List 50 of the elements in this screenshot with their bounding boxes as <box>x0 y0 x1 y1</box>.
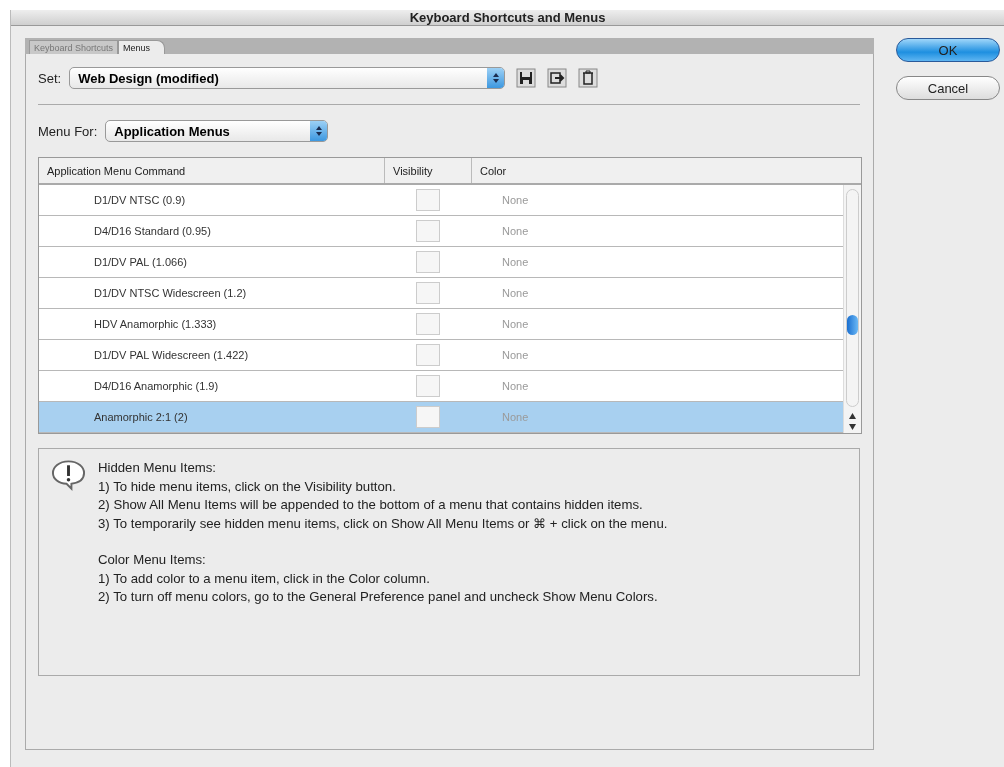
visibility-toggle[interactable] <box>416 189 440 211</box>
table-row[interactable]: HDV Anamorphic (1.333) None <box>39 309 843 340</box>
table-row[interactable]: Anamorphic 2:1 (2) None <box>39 402 843 433</box>
column-header[interactable]: Application Menu Command <box>39 158 384 183</box>
dropdown-arrows-icon <box>491 72 500 84</box>
command-cell: D1/DV PAL (1.066) <box>94 256 187 268</box>
visibility-toggle[interactable] <box>416 406 440 428</box>
export-icon[interactable] <box>547 68 568 88</box>
column-header[interactable]: Color <box>472 158 861 183</box>
command-cell: D1/DV PAL Widescreen (1.422) <box>94 349 249 361</box>
save-icon[interactable] <box>516 68 537 88</box>
menu-for-label: Menu For: <box>38 123 98 139</box>
table-row[interactable]: D1/DV NTSC (0.9) None <box>39 185 843 216</box>
command-cell: D4/D16 Standard (0.95) <box>94 225 211 237</box>
table-row[interactable]: D1/DV NTSC Widescreen (1.2) None <box>39 278 843 309</box>
ok-button[interactable]: OK <box>896 38 1000 62</box>
command-cell: Anamorphic 2:1 (2) <box>94 411 188 423</box>
info-text: 2) Show All Menu Items will be appended to the bottom of a menu that contains hidden items. <box>98 496 644 514</box>
info-text: 3) To temporarily see hidden menu items, click on Show All Menu Items or ⌘ + click on the menu. <box>98 514 668 533</box>
info-heading: Hidden Menu Items: <box>98 459 217 477</box>
command-cell: D1/DV NTSC Widescreen (1.2) <box>94 287 247 299</box>
visibility-toggle[interactable] <box>416 313 440 335</box>
info-text: 1) To hide menu items, click on the Visibility button. <box>98 477 397 496</box>
tab[interactable]: Menus <box>118 40 166 54</box>
scroll-down-icon[interactable] <box>849 424 856 430</box>
menu-for-dropdown[interactable]: Application Menus <box>105 120 329 142</box>
scroll-thumb[interactable] <box>847 315 858 335</box>
info-text: 2) To turn off menu colors, go to the General Preference panel and uncheck Show Menu Colors. <box>98 588 659 606</box>
scroll-up-icon[interactable] <box>849 413 856 419</box>
visibility-toggle[interactable] <box>416 344 440 366</box>
info-text: 1) To add color to a menu item, click in the Color column. <box>98 569 431 588</box>
set-dropdown[interactable]: Web Design (modified) <box>69 67 506 89</box>
command-cell: D1/DV NTSC (0.9) <box>94 194 186 206</box>
scrollbar[interactable] <box>843 185 861 433</box>
command-cell: D4/D16 Anamorphic (1.9) <box>94 380 219 392</box>
visibility-toggle[interactable] <box>416 375 440 397</box>
column-header[interactable]: Visibility <box>384 158 472 183</box>
table-row[interactable]: D4/D16 Standard (0.95) None <box>39 216 843 247</box>
command-cell: HDV Anamorphic (1.333) <box>94 318 217 330</box>
visibility-toggle[interactable] <box>416 282 440 304</box>
table-row[interactable]: D1/DV PAL (1.066) None <box>39 247 843 278</box>
dropdown-arrows-icon <box>314 125 323 137</box>
window-title: Keyboard Shortcuts and Menus <box>409 10 606 25</box>
set-label: Set: <box>38 70 62 86</box>
table-row[interactable]: D1/DV PAL Widescreen (1.422) None <box>39 340 843 371</box>
visibility-toggle[interactable] <box>416 220 440 242</box>
alert-icon <box>51 459 86 491</box>
visibility-toggle[interactable] <box>416 251 440 273</box>
info-heading: Color Menu Items: <box>98 551 207 569</box>
cancel-button[interactable]: Cancel <box>896 76 1000 100</box>
